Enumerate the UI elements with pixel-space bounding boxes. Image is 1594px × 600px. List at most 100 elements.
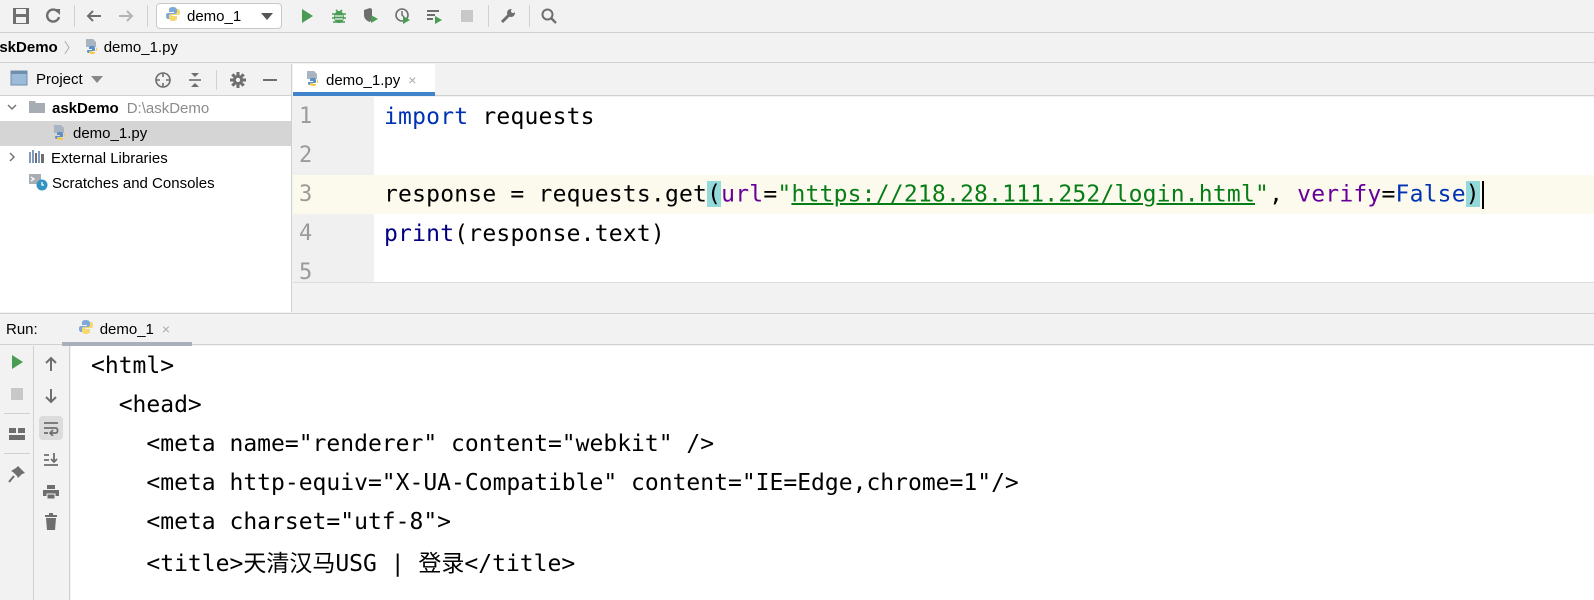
run-icon[interactable] — [296, 5, 318, 27]
code-line: 1 import requests — [293, 97, 1594, 136]
line-number: 4 — [293, 214, 374, 253]
code-token: , — [1269, 181, 1298, 207]
editor-horizontal-scrollbar[interactable] — [293, 282, 1594, 312]
url-link[interactable]: https://218.28.111.252/login.html — [791, 181, 1255, 207]
soft-wrap-icon[interactable] — [39, 416, 63, 440]
code-text: response = requests.get(url="https://218… — [374, 180, 1484, 209]
main-toolbar: demo_1 — [0, 0, 1594, 33]
python-file-icon — [305, 70, 321, 90]
trash-icon[interactable] — [39, 510, 63, 534]
arrow-down-icon[interactable] — [39, 384, 63, 408]
editor-tab-bar: demo_1.py × — [293, 64, 1594, 96]
gear-icon[interactable] — [227, 69, 249, 91]
tree-item-demo-1-py[interactable]: demo_1.py — [0, 121, 291, 146]
project-view-icon — [10, 70, 28, 90]
chevron-down-icon[interactable] — [6, 101, 18, 116]
code-token: response = requests.get — [384, 181, 708, 207]
stop-icon[interactable] — [5, 382, 29, 406]
run-configuration-select[interactable]: demo_1 — [156, 3, 282, 29]
run-panel-header: Run: demo_1 × — [0, 313, 1594, 346]
chevron-down-icon[interactable] — [90, 76, 103, 83]
run-left-toolbar — [0, 346, 34, 600]
folder-icon — [28, 99, 46, 118]
profile-icon[interactable] — [392, 5, 414, 27]
forward-icon[interactable] — [115, 5, 137, 27]
console-line: <meta http-equiv="X-UA-Compatible" conte… — [91, 469, 1019, 496]
minimize-icon[interactable] — [259, 69, 281, 91]
debug-icon[interactable] — [328, 5, 350, 27]
console-line: <meta name="renderer" content="webkit" /… — [91, 430, 715, 457]
search-icon[interactable] — [538, 5, 560, 27]
console-line: <title>天清汉马USG | 登录</title> — [91, 550, 576, 577]
code-editor[interactable]: 1 import requests 2 3 response = request… — [293, 97, 1594, 282]
chevron-down-icon — [261, 12, 273, 20]
settings-wrench-icon[interactable] — [497, 5, 519, 27]
code-token: " — [1255, 181, 1270, 207]
line-number: 2 — [293, 136, 374, 175]
run-label: Run: — [6, 320, 38, 338]
chevron-right-icon[interactable] — [6, 151, 18, 166]
code-token: " — [777, 181, 792, 207]
python-file-icon — [84, 38, 100, 58]
tree-item-label: External Libraries — [51, 150, 168, 167]
breadcrumb-file[interactable]: demo_1.py — [84, 38, 178, 58]
tree-item-scratches-consoles[interactable]: Scratches and Consoles — [0, 171, 291, 196]
code-line-current: 3 response = requests.get(url="https://2… — [293, 175, 1594, 214]
tab-demo-1-py[interactable]: demo_1.py × — [293, 64, 435, 96]
scratches-icon — [28, 173, 48, 195]
run-config-label: demo_1 — [187, 7, 242, 25]
code-line: 4 print(response.text) — [293, 214, 1594, 253]
line-number: 1 — [293, 97, 374, 136]
rerun-icon[interactable] — [5, 350, 29, 374]
console-line: <meta charset="utf-8"> — [91, 508, 452, 535]
side-separator — [4, 413, 30, 414]
code-line: 2 — [293, 136, 1594, 175]
code-text: import requests — [374, 104, 595, 130]
stop-icon[interactable] — [456, 5, 478, 27]
tree-item-askdemo[interactable]: askDemo D:\askDemo — [0, 96, 291, 121]
close-icon[interactable]: × — [408, 72, 416, 88]
toolbar-separator — [147, 5, 148, 27]
brace-close-highlight: ) — [1465, 181, 1480, 207]
code-token: (response.text) — [454, 220, 665, 247]
run-tab-demo-1[interactable]: demo_1 × — [61, 314, 192, 346]
locate-file-icon[interactable] — [152, 69, 174, 91]
run-console-toolbar — [34, 346, 70, 600]
scroll-to-end-icon[interactable] — [39, 448, 63, 472]
header-separator — [216, 69, 217, 90]
close-icon[interactable]: × — [162, 321, 170, 337]
code-line: 5 — [293, 253, 1594, 282]
code-text: print(response.text) — [374, 221, 665, 247]
project-panel: Project askDemo D:\askDemo demo_1.py Ext… — [0, 64, 292, 312]
builtin-print: print — [384, 220, 455, 247]
keyword-import: import — [384, 103, 469, 130]
sync-icon[interactable] — [42, 5, 64, 27]
python-icon — [78, 319, 94, 339]
save-icon[interactable] — [10, 5, 32, 27]
breadcrumb-separator: 〉 — [63, 39, 78, 56]
run-concurrency-icon[interactable] — [424, 5, 446, 27]
pin-icon[interactable] — [5, 462, 29, 486]
run-console-output[interactable]: <html> <head> <meta name="renderer" cont… — [71, 346, 1594, 600]
arrow-up-icon[interactable] — [39, 352, 63, 376]
console-line: <html> — [91, 352, 175, 379]
tree-item-label: demo_1.py — [73, 125, 148, 142]
python-icon — [165, 6, 181, 26]
line-number: 3 — [293, 175, 374, 214]
layout-icon[interactable] — [5, 422, 29, 446]
breadcrumb-project[interactable]: askDemo — [0, 39, 58, 56]
code-token: = — [763, 181, 778, 207]
tree-item-label: Scratches and Consoles — [52, 175, 215, 192]
print-icon[interactable] — [39, 480, 63, 504]
tree-item-external-libraries[interactable]: External Libraries — [0, 146, 291, 171]
module-name: requests — [468, 103, 595, 130]
project-view-title[interactable]: Project — [36, 71, 83, 88]
back-icon[interactable] — [83, 5, 105, 27]
tree-item-path: D:\askDemo — [126, 100, 210, 117]
collapse-all-icon[interactable] — [184, 69, 206, 91]
library-icon — [28, 149, 46, 168]
active-tab-indicator — [61, 341, 192, 346]
run-tab-label: demo_1 — [99, 320, 154, 338]
coverage-icon[interactable] — [360, 5, 382, 27]
tab-label: demo_1.py — [326, 71, 401, 89]
